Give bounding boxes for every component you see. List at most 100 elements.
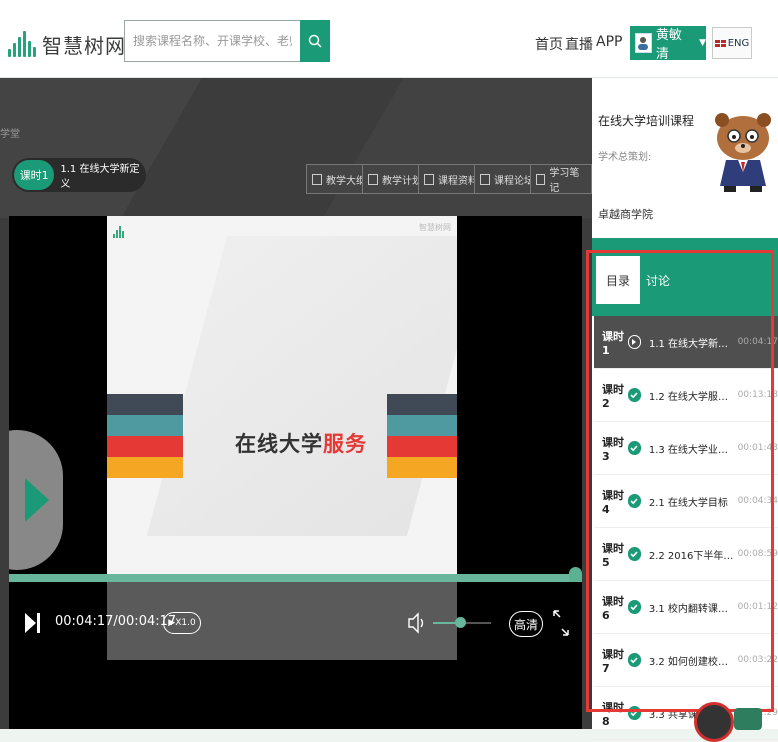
stage-background <box>0 78 592 218</box>
slide-title-accent: 服务 <box>323 432 367 456</box>
lesson-number: 课时3 <box>602 435 624 463</box>
player-stage: 学堂 课时1 1.1 在线大学新定义 教学大纲 教学计划 课程资料 课程论坛 学… <box>0 78 592 729</box>
lesson-duration: 00:13:18 <box>737 390 778 400</box>
check-icon <box>627 388 641 402</box>
lesson-row[interactable]: 课时2 1.2 在线大学服务内容00:13:18 <box>594 369 778 422</box>
calendar-icon <box>368 173 378 185</box>
search-input[interactable] <box>124 20 300 62</box>
site-logo[interactable]: 智慧树网 <box>8 27 126 61</box>
stripe-2 <box>107 415 183 436</box>
floating-assistant-button[interactable] <box>694 702 734 742</box>
course-title: 在线大学培训课程 <box>598 114 695 128</box>
stripe-1 <box>107 394 183 415</box>
floating-side-tab[interactable] <box>734 708 762 730</box>
lesson-row[interactable]: 课时1 1.1 在线大学新定义 00:04:17 <box>594 316 778 369</box>
lesson-row[interactable]: 课时6 3.1 校内翻转课运行流...00:01:12 <box>594 581 778 634</box>
lesson-number: 课时2 <box>602 382 624 410</box>
lesson-row[interactable]: 课时3 1.3 在线大学业务流程00:01:43 <box>594 422 778 475</box>
stage-label: 学堂 <box>0 129 20 140</box>
lesson-row[interactable]: 课时4 2.1 在线大学目标 00:04:34 <box>594 475 778 528</box>
lesson-title: 1.2 在线大学服务内容 <box>648 391 734 403</box>
check-icon <box>627 547 641 561</box>
current-lesson-pill: 课时1 1.1 在线大学新定义 <box>12 158 146 192</box>
lesson-duration: 00:04:17 <box>737 337 778 347</box>
book-icon <box>312 173 322 185</box>
lesson-row[interactable]: 课时5 2.2 2016下半年推广策...00:08:59 <box>594 528 778 581</box>
slide-title: 在线大学服务 <box>235 428 367 458</box>
lesson-number: 课时4 <box>602 488 624 516</box>
fullscreen-icon[interactable] <box>551 608 571 638</box>
search-button[interactable] <box>300 20 330 62</box>
stripe-5 <box>387 394 457 415</box>
uk-flag-icon <box>714 39 726 47</box>
slide-decoration <box>146 236 457 536</box>
stripe-8 <box>387 457 457 478</box>
lesson-title: 1.1 在线大学新定义 <box>60 164 140 190</box>
tab-catalog[interactable]: 目录 <box>596 256 640 304</box>
check-icon <box>627 441 641 455</box>
lesson-title: 2.2 2016下半年推广策... <box>648 550 734 562</box>
next-icon-bar <box>37 613 40 633</box>
chevron-down-icon: ▼ <box>699 38 706 48</box>
lesson-title: 1.3 在线大学业务流程 <box>648 444 734 456</box>
slide-watermark: 智慧树网 <box>419 223 451 232</box>
lesson-duration: 00:01:43 <box>737 443 778 453</box>
user-menu-button[interactable]: 黄敏清 ▼ <box>630 26 706 62</box>
play-icon <box>25 478 49 522</box>
lesson-title: 3.1 校内翻转课运行流... <box>648 603 734 615</box>
volume-fill <box>433 622 456 624</box>
language-switch[interactable]: ENG <box>712 27 752 59</box>
lesson-row[interactable]: 课时7 3.2 如何创建校内课程...00:03:22 <box>594 634 778 687</box>
course-subtitle: 学术总策划: <box>598 152 652 163</box>
lesson-tag: 课时1 <box>14 160 55 190</box>
play-button[interactable] <box>9 430 63 570</box>
progress-bar[interactable] <box>9 574 582 582</box>
lesson-number: 课时8 <box>602 700 624 728</box>
slide-logo-icon <box>113 226 124 238</box>
lesson-duration: 00:03:22 <box>737 655 778 665</box>
next-icon <box>25 613 36 633</box>
stripe-3 <box>107 436 183 457</box>
tab-discussion[interactable]: 讨论 <box>646 272 670 289</box>
lesson-number: 课时1 <box>602 329 624 357</box>
lesson-duration: 00:08:59 <box>737 549 778 559</box>
search-icon <box>308 34 322 48</box>
course-organization: 卓越商学院 <box>598 208 653 221</box>
logo-text: 智慧树网 <box>42 33 126 58</box>
lesson-number: 课时5 <box>602 541 624 569</box>
check-icon <box>627 653 641 667</box>
next-button[interactable] <box>25 613 41 633</box>
folder-icon <box>424 173 434 185</box>
notes-button[interactable]: 学习笔记 <box>530 164 592 194</box>
lesson-title: 2.1 在线大学目标 <box>648 497 728 509</box>
stripe-7 <box>387 436 457 457</box>
play-icon <box>627 335 641 349</box>
bear-mascot-icon <box>715 113 771 192</box>
lesson-number: 课时6 <box>602 594 624 622</box>
volume-handle[interactable] <box>455 617 466 628</box>
course-side-panel: 在线大学培训课程 学术总策划: 卓越商学院 目录 讨论 课时1 1.1 在线大学新… <box>592 78 778 740</box>
speed-label: X1.0 <box>175 618 196 628</box>
video-slide: 智慧树网 在线大学服务 <box>107 216 457 588</box>
top-header: 智慧树网 首页 直播 APP 黄敏清 ▼ ENG <box>0 0 778 78</box>
slide-title-main: 在线大学 <box>235 432 323 456</box>
lesson-title: 1.1 在线大学新定义 <box>648 338 734 350</box>
lesson-title: 3.2 如何创建校内课程... <box>648 656 734 668</box>
forum-label: 课程论坛 <box>494 175 534 187</box>
nav-home[interactable]: 首页 <box>535 34 563 54</box>
logo-bars-icon <box>8 31 36 57</box>
video-player[interactable]: 智慧树网 在线大学服务 00:04:17/00:04:17 ▶ X1.0 高清 <box>9 216 582 729</box>
check-icon <box>627 600 641 614</box>
lesson-list: 课时11.1 在线大学新定义00:04:17课时21.2 在线大学服务内容00:… <box>594 316 778 740</box>
time-display: 00:04:17/00:04:17 <box>55 614 177 629</box>
quality-button[interactable]: 高清 <box>509 611 543 637</box>
avatar <box>635 33 652 53</box>
user-name: 黄敏清 <box>655 28 682 62</box>
speed-button[interactable]: ▶ X1.0 <box>163 612 201 634</box>
nav-app[interactable]: APP <box>596 34 622 50</box>
nav-live[interactable]: 直播 <box>565 34 593 54</box>
volume-icon[interactable] <box>407 612 427 634</box>
lesson-duration: 00:01:12 <box>737 602 778 612</box>
edit-icon <box>536 173 546 185</box>
lesson-duration: 00:04:34 <box>737 496 778 506</box>
